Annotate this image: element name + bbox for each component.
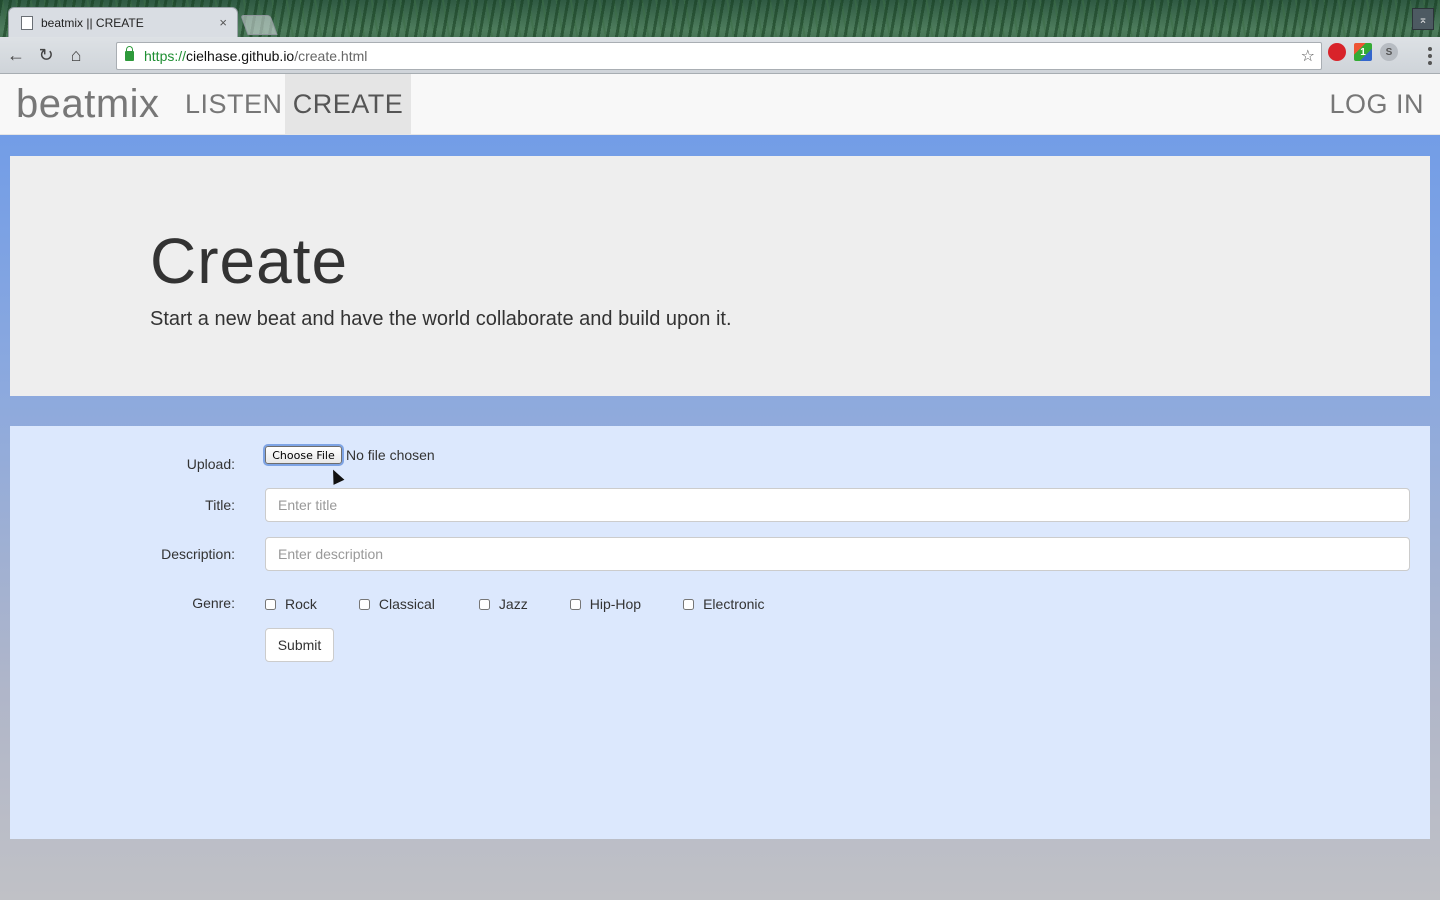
- close-tab-icon[interactable]: ×: [219, 15, 227, 30]
- new-tab-button[interactable]: [240, 15, 278, 35]
- tab-title: beatmix || CREATE: [41, 15, 144, 30]
- extension-icons: 1 S: [1328, 43, 1398, 61]
- jumbotron: Create Start a new beat and have the wor…: [10, 156, 1430, 396]
- genre-checkbox-group: Rock Classical Jazz Hip-Hop Electronic: [265, 596, 765, 612]
- genre-jazz-checkbox[interactable]: [478, 598, 490, 610]
- brand-logo[interactable]: beatmix: [16, 82, 160, 127]
- nav-login[interactable]: LOG IN: [1313, 74, 1440, 135]
- bookmark-star-icon[interactable]: ☆: [1301, 46, 1315, 66]
- url-scheme: https://: [144, 48, 187, 64]
- page-icon: [21, 15, 33, 30]
- genre-hiphop-label: Hip-Hop: [589, 596, 642, 612]
- reload-icon[interactable]: ↻: [32, 41, 60, 69]
- site-navbar: beatmix LISTEN CREATE LOG IN: [0, 74, 1440, 135]
- genre-electronic[interactable]: Electronic: [683, 596, 765, 612]
- genre-hiphop-checkbox[interactable]: [569, 598, 581, 610]
- create-form: Upload: Choose File No file chosen Title…: [10, 426, 1430, 839]
- genre-hiphop[interactable]: Hip-Hop: [569, 596, 642, 612]
- genre-electronic-checkbox[interactable]: [683, 598, 695, 610]
- back-arrow-icon[interactable]: ←: [2, 41, 30, 69]
- choose-file-button[interactable]: Choose File: [265, 446, 342, 464]
- title-label: Title:: [205, 497, 235, 513]
- genre-label: Genre:: [192, 595, 235, 611]
- nav-create[interactable]: CREATE: [285, 74, 411, 135]
- mouse-cursor-icon: [327, 467, 345, 485]
- genre-classical-checkbox[interactable]: [358, 598, 370, 610]
- url-path: /create.html: [294, 48, 368, 64]
- browser-chrome: beatmix || CREATE × ⌅ ← ↻ ⌂ https:// cie…: [0, 0, 1440, 74]
- genre-jazz[interactable]: Jazz: [478, 596, 528, 612]
- file-status: No file chosen: [346, 447, 435, 463]
- adblock-extension-icon[interactable]: [1328, 43, 1346, 61]
- nav-listen[interactable]: LISTEN: [169, 74, 299, 135]
- skype-extension-icon[interactable]: S: [1380, 43, 1398, 61]
- browser-menu-icon[interactable]: [1428, 47, 1432, 65]
- description-label: Description:: [161, 546, 235, 562]
- browser-toolbar: ← ↻ ⌂ https:// cielhase.github.io /creat…: [0, 37, 1440, 74]
- page-title: Create: [150, 225, 349, 297]
- url-host: cielhase.github.io: [186, 48, 295, 64]
- address-bar[interactable]: https:// cielhase.github.io /create.html…: [116, 42, 1322, 70]
- genre-classical[interactable]: Classical: [358, 596, 435, 612]
- genre-electronic-label: Electronic: [703, 596, 765, 612]
- genre-rock-label: Rock: [285, 596, 317, 612]
- upload-label: Upload:: [186, 456, 235, 472]
- genre-jazz-label: Jazz: [498, 596, 528, 612]
- genre-classical-label: Classical: [378, 596, 435, 612]
- home-icon[interactable]: ⌂: [62, 41, 90, 69]
- browser-tab-active[interactable]: beatmix || CREATE ×: [8, 7, 238, 37]
- genre-rock[interactable]: Rock: [265, 596, 317, 612]
- submit-button[interactable]: Submit: [265, 628, 334, 662]
- lock-icon: [125, 46, 134, 61]
- description-input[interactable]: [265, 537, 1410, 571]
- title-input[interactable]: [265, 488, 1410, 522]
- extension-badge-icon[interactable]: 1: [1354, 43, 1372, 61]
- genre-rock-checkbox[interactable]: [265, 598, 276, 610]
- page-body: beatmix LISTEN CREATE LOG IN Create Star…: [0, 74, 1440, 900]
- page-subtitle: Start a new beat and have the world coll…: [150, 308, 732, 330]
- window-user-icon[interactable]: ⌅: [1412, 8, 1434, 30]
